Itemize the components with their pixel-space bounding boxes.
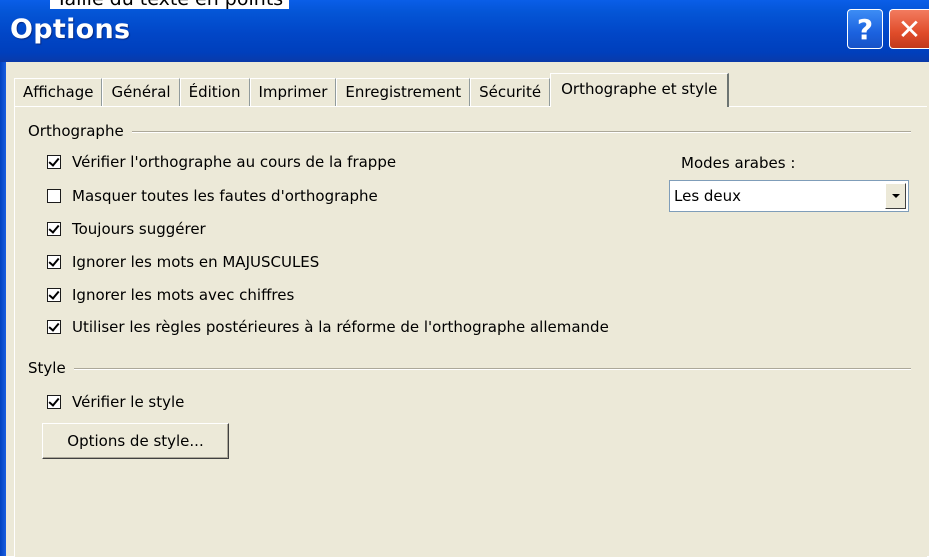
option-label: Vérifier le style xyxy=(72,393,185,411)
option-ignorer-majuscules[interactable]: Ignorer les mots en MAJUSCULES xyxy=(47,251,319,273)
checkbox-ignorer-majuscules[interactable] xyxy=(47,255,61,269)
checkbox-reforme-allemande[interactable] xyxy=(47,320,61,334)
checkbox-masquer-fautes[interactable] xyxy=(47,189,61,203)
tab-affichage[interactable]: Affichage xyxy=(14,78,103,106)
checkbox-ignorer-chiffres[interactable] xyxy=(47,288,61,302)
help-icon: ? xyxy=(856,12,874,46)
checkbox-verifier-orthographe[interactable] xyxy=(47,155,61,169)
tab-enregistrement[interactable]: Enregistrement xyxy=(336,78,471,106)
option-masquer-fautes[interactable]: Masquer toutes les fautes d'orthographe xyxy=(47,185,378,207)
option-label: Masquer toutes les fautes d'orthographe xyxy=(72,187,378,205)
help-button[interactable]: ? xyxy=(847,9,883,49)
option-label: Ignorer les mots avec chiffres xyxy=(72,286,295,304)
tab-imprimer[interactable]: Imprimer xyxy=(249,78,337,106)
tab-edition[interactable]: Édition xyxy=(179,78,250,106)
option-verifier-style[interactable]: Vérifier le style xyxy=(47,391,184,413)
options-de-style-button[interactable]: Options de style... xyxy=(42,423,229,459)
close-button[interactable]: ✕ xyxy=(889,9,929,49)
dropdown-button[interactable] xyxy=(885,183,906,209)
option-toujours-suggerer[interactable]: Toujours suggérer xyxy=(47,218,206,240)
checkbox-verifier-style[interactable] xyxy=(47,395,61,409)
orthographe-group-line xyxy=(28,131,911,133)
checkbox-toujours-suggerer[interactable] xyxy=(47,222,61,236)
title-bar: Taille du texte en points Options ? ✕ xyxy=(0,0,929,62)
style-group-line xyxy=(28,368,911,370)
tab-orthographe-et-style[interactable]: Orthographe et style xyxy=(550,73,730,107)
orthographe-group-label: Orthographe xyxy=(28,122,132,140)
option-reforme-allemande[interactable]: Utiliser les règles postérieures à la ré… xyxy=(47,316,609,338)
tab-securite[interactable]: Sécurité xyxy=(470,78,551,106)
chevron-down-icon xyxy=(891,194,900,198)
modes-arabes-value: Les deux xyxy=(674,187,742,205)
tab-general[interactable]: Général xyxy=(102,78,180,106)
option-label: Vérifier l'orthographe au cours de la fr… xyxy=(72,153,397,171)
option-ignorer-chiffres[interactable]: Ignorer les mots avec chiffres xyxy=(47,284,294,306)
style-group-label: Style xyxy=(28,359,74,377)
modes-arabes-select[interactable]: Les deux xyxy=(669,180,909,212)
tab-strip: Affichage Général Édition Imprimer Enreg… xyxy=(14,73,730,107)
cropped-background-text: Taille du texte en points xyxy=(50,0,290,9)
option-label: Ignorer les mots en MAJUSCULES xyxy=(72,253,320,271)
option-verifier-orthographe[interactable]: Vérifier l'orthographe au cours de la fr… xyxy=(47,151,396,173)
close-icon: ✕ xyxy=(897,12,922,46)
window-left-border xyxy=(0,62,6,556)
window-title: Options xyxy=(10,14,131,45)
option-label: Toujours suggérer xyxy=(72,220,206,238)
modes-arabes-label: Modes arabes : xyxy=(681,154,796,172)
option-label: Utiliser les règles postérieures à la ré… xyxy=(72,318,609,336)
